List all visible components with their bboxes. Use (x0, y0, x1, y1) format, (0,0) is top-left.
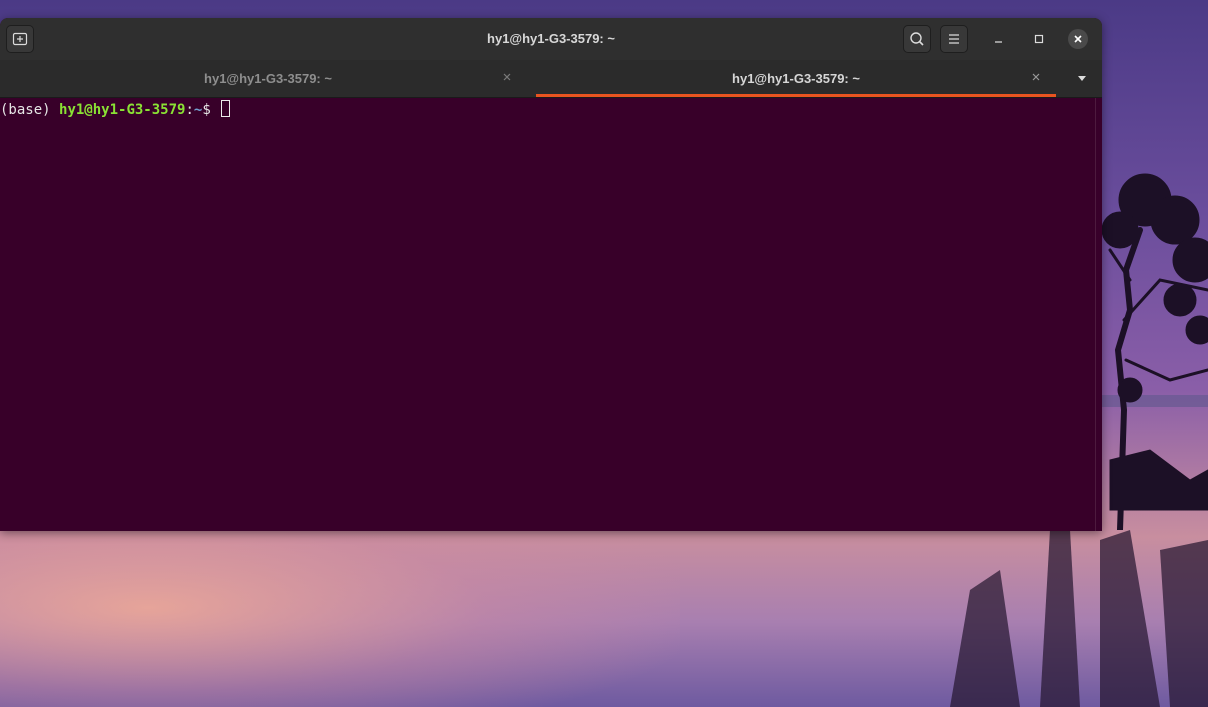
minimize-button[interactable] (989, 29, 1009, 49)
conda-env: (base) (0, 102, 51, 118)
tab-2[interactable]: hy1@hy1-G3-3579: ~ (536, 60, 1056, 97)
terminal-window: hy1@hy1-G3-3579: ~ hy1@hy1-G3-3579: ~ hy… (0, 18, 1102, 531)
tab-label: hy1@hy1-G3-3579: ~ (204, 71, 332, 86)
tab-bar: hy1@hy1-G3-3579: ~ hy1@hy1-G3-3579: ~ (0, 60, 1102, 98)
terminal-output[interactable]: (base) hy1@hy1-G3-3579:~$ (0, 98, 1096, 531)
prompt-userhost: hy1@hy1-G3-3579 (59, 102, 186, 118)
window-title: hy1@hy1-G3-3579: ~ (487, 31, 615, 46)
title-bar[interactable]: hy1@hy1-G3-3579: ~ (0, 18, 1102, 61)
hamburger-menu-icon (949, 34, 959, 44)
search-button[interactable] (903, 25, 931, 53)
wallpaper-glow (0, 520, 680, 707)
menu-button[interactable] (940, 25, 968, 53)
chevron-down-icon[interactable] (1072, 72, 1092, 86)
text-cursor (221, 100, 231, 117)
active-tab-indicator (536, 94, 1056, 97)
close-icon (1074, 35, 1082, 43)
maximize-button[interactable] (1029, 29, 1049, 49)
tab-label: hy1@hy1-G3-3579: ~ (732, 71, 860, 86)
prompt-colon: : (185, 102, 194, 118)
close-window-button[interactable] (1068, 29, 1088, 49)
tree-reflection (950, 530, 1208, 707)
close-icon[interactable] (1028, 69, 1044, 85)
tab-1[interactable]: hy1@hy1-G3-3579: ~ (0, 60, 536, 97)
maximize-icon (1034, 34, 1044, 44)
prompt-line: (base) hy1@hy1-G3-3579:~$ (0, 100, 231, 118)
close-icon[interactable] (499, 69, 515, 85)
minimize-icon (995, 41, 1002, 43)
prompt-symbol: $ (202, 102, 211, 118)
search-icon (910, 32, 924, 46)
tree-silhouette (1101, 173, 1208, 530)
scrollbar[interactable] (1095, 98, 1102, 531)
